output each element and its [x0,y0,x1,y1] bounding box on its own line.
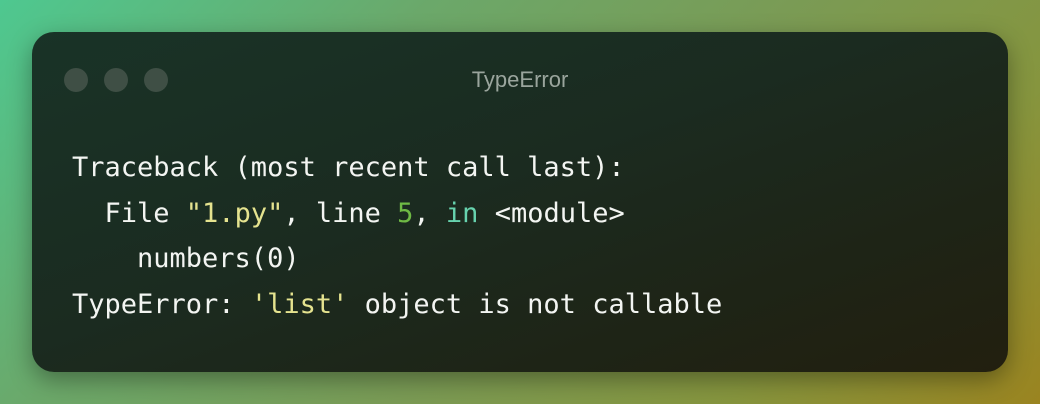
code-block: Traceback (most recent call last): File … [72,145,722,327]
line-number: 5 [397,197,414,229]
error-line: TypeError: 'list' object is not callable [72,282,722,328]
error-object: 'list' [250,288,349,320]
file-name: "1.py" [185,197,284,229]
error-type: TypeError: [72,288,251,320]
window-title: TypeError [471,67,569,92]
error-message: object is not callable [348,288,723,320]
traceback-header: Traceback (most recent call last): [72,152,625,183]
traceback-file-line: File "1.py", line 5, in <module> [72,197,625,229]
terminal-window: TypeError Traceback (most recent call la… [32,32,1008,372]
in-keyword: in [445,197,479,229]
traceback-code-line: numbers(0) [72,243,300,274]
